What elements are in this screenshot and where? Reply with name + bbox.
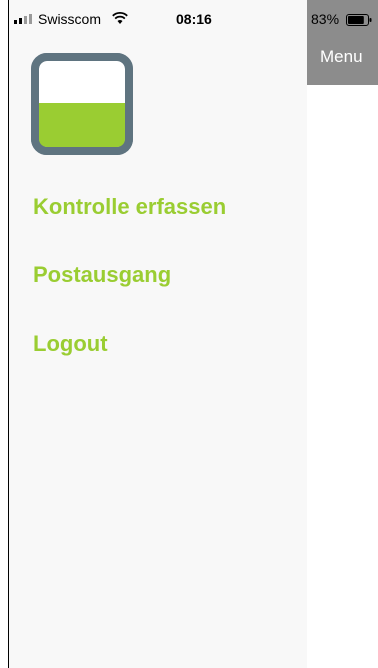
app-logo-icon [31, 53, 133, 155]
battery-icon [346, 14, 372, 26]
battery-percent: 83% [311, 11, 340, 27]
menu-item-kontrolle-erfassen[interactable]: Kontrolle erfassen [33, 194, 226, 220]
status-bar: Swisscom 08:16 83% [0, 0, 378, 32]
menu-item-postausgang[interactable]: Postausgang [33, 262, 171, 288]
menu-item-logout[interactable]: Logout [33, 331, 108, 357]
wifi-icon [112, 12, 128, 24]
menu-title[interactable]: Menu [320, 47, 363, 67]
clock: 08:16 [176, 11, 212, 27]
app-screen: Menu Swisscom 08:16 83% Kontrolle erfass… [0, 0, 378, 668]
signal-icon [14, 14, 32, 24]
carrier-name: Swisscom [38, 11, 102, 27]
